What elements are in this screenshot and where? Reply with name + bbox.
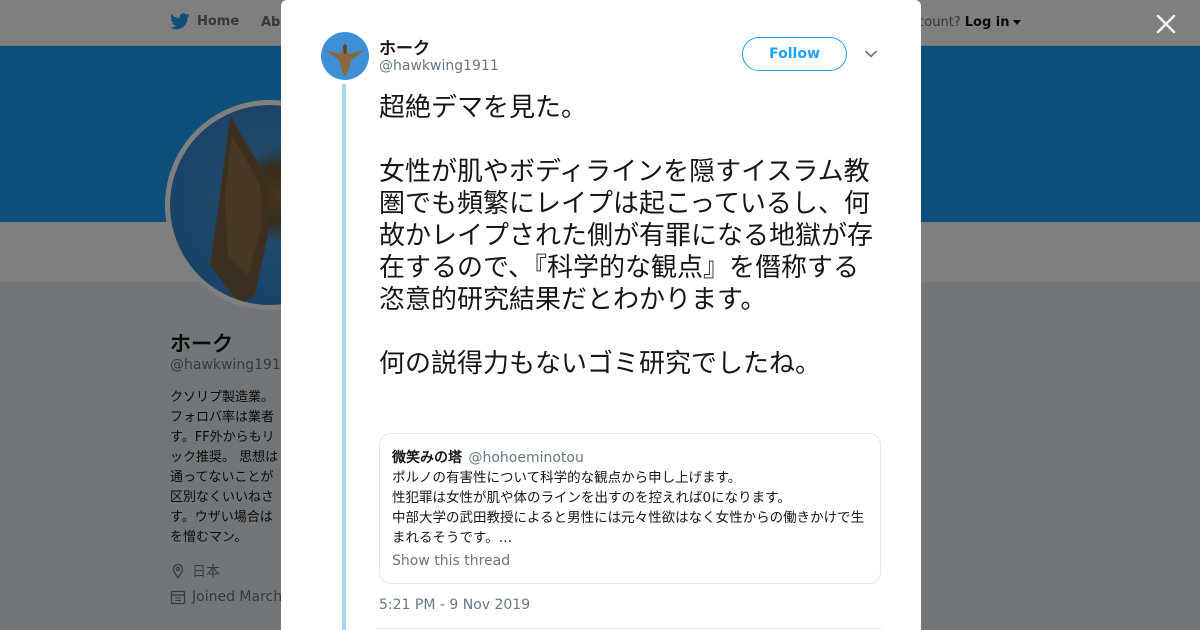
tweet-paragraph: 何の説得力もないゴミ研究でしたね。: [379, 349, 822, 379]
tweet-paragraph: 女性が肌やボディラインを隠すイスラム教圏でも頻繁にレイプは起こっているし、何故か…: [379, 157, 874, 315]
quoted-tweet[interactable]: 微笑みの塔 @hohoeminotou ポルノの有害性について科学的な観点から申…: [379, 433, 881, 584]
tweet-timestamp[interactable]: 5:21 PM - 9 Nov 2019: [379, 597, 530, 613]
hawk-photo: [325, 42, 365, 76]
thread-connector-line: [342, 84, 346, 630]
more-options-button[interactable]: [864, 46, 878, 60]
author-handle[interactable]: @hawkwing1911: [379, 58, 499, 74]
quoted-tweet-body: ポルノの有害性について科学的な観点から申し上げます。 性犯罪は女性が肌や体のライ…: [392, 468, 872, 548]
author-name[interactable]: ホーク: [379, 34, 430, 59]
quoted-line: 性犯罪は女性が肌や体のラインを出すのを控えれば0になります。: [392, 490, 791, 506]
follow-button[interactable]: Follow: [742, 37, 847, 71]
quoted-author-handle: @hohoeminotou: [468, 450, 584, 466]
tweet-text: 超絶デマを見た。 女性が肌やボディラインを隠すイスラム教圏でも頻繁にレイプは起こ…: [379, 92, 884, 380]
author-avatar[interactable]: [321, 32, 369, 80]
quoted-line: 中部大学の武田教授によると男性には元々性欲はなく女性からの働きかけで生まれるそう…: [392, 510, 865, 546]
quoted-tweet-header: 微笑みの塔 @hohoeminotou: [392, 447, 584, 467]
quoted-line: ポルノの有害性について科学的な観点から申し上げます。: [392, 470, 742, 486]
show-thread-link[interactable]: Show this thread: [392, 553, 510, 569]
quoted-author-name: 微笑みの塔: [392, 450, 462, 466]
close-button[interactable]: [1152, 10, 1180, 38]
close-icon: [1156, 14, 1176, 34]
tweet-paragraph: 超絶デマを見た。: [379, 93, 588, 123]
divider: [377, 628, 881, 629]
chevron-down-icon: [865, 50, 877, 58]
tweet-modal: ホーク @hawkwing1911 Follow 超絶デマを見た。 女性が肌やボ…: [281, 0, 921, 630]
